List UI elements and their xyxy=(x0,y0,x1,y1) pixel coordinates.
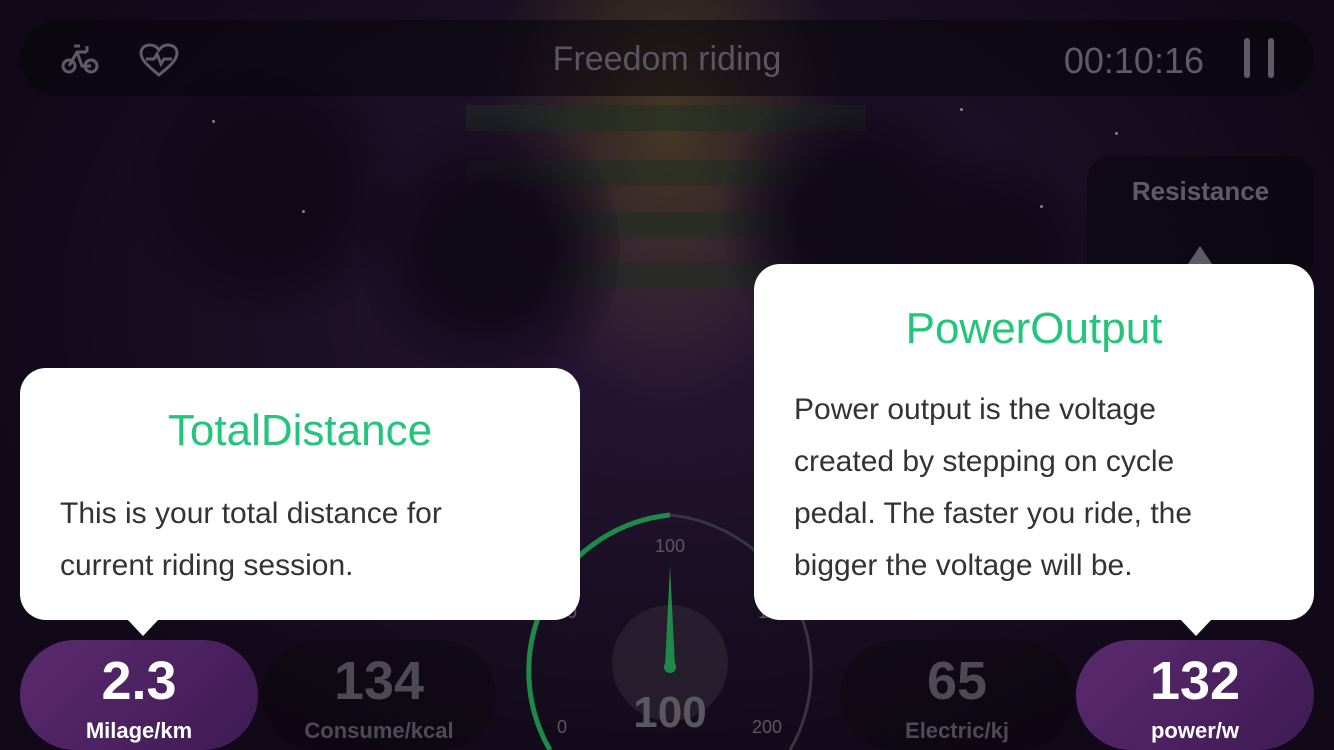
tooltip-line: created by stepping on cycle xyxy=(794,445,1175,478)
tooltip-title: TotalDistance xyxy=(167,406,433,455)
gauge-needle-cap xyxy=(664,661,676,673)
stat-calories[interactable]: 134 Consume/kcal xyxy=(262,640,496,750)
ride-timer: 00:10:16 xyxy=(1063,40,1204,81)
tooltip-line: Power output is the voltage xyxy=(794,393,1156,426)
top-bar: Freedom riding 00:10:16 xyxy=(20,20,1314,96)
stat-value: 132 xyxy=(1149,651,1241,711)
stat-value: 2.3 xyxy=(101,651,177,711)
stat-value: 65 xyxy=(926,651,988,711)
resistance-label: Resistance xyxy=(1131,176,1270,206)
stat-unit: Milage/km xyxy=(85,718,193,743)
gauge-tick-label: 100 xyxy=(655,536,685,556)
stat-unit: power/w xyxy=(1150,718,1239,743)
arrow-up-icon[interactable] xyxy=(1188,246,1212,264)
stat-mileage[interactable]: 2.3 Milage/km xyxy=(20,640,258,750)
tooltip-line: pedal. The faster you ride, the xyxy=(794,497,1193,530)
stat-power[interactable]: 132 power/w xyxy=(1076,640,1314,750)
distance-tooltip[interactable]: TotalDistance This is your total distanc… xyxy=(20,368,580,636)
pause-icon xyxy=(1268,38,1274,78)
tooltip-line: This is your total distance for xyxy=(60,497,442,530)
tooltip-title: PowerOutput xyxy=(905,304,1163,353)
pause-button[interactable] xyxy=(1244,38,1274,78)
stat-electric[interactable]: 65 Electric/kj xyxy=(840,640,1074,750)
power-tooltip[interactable]: PowerOutput Power output is the voltage … xyxy=(754,264,1314,636)
stat-unit: Consume/kcal xyxy=(304,718,454,743)
stat-unit: Electric/kj xyxy=(905,718,1009,743)
tooltip-line: current riding session. xyxy=(60,549,354,582)
gauge-value: 100 xyxy=(633,688,707,737)
stat-value: 134 xyxy=(333,651,425,711)
pause-icon xyxy=(1244,38,1250,78)
tooltip-body: Power output is the voltage created by s… xyxy=(794,384,1280,592)
tooltip-body: This is your total distance for current … xyxy=(60,488,546,592)
tooltip-line: bigger the voltage will be. xyxy=(794,549,1133,582)
